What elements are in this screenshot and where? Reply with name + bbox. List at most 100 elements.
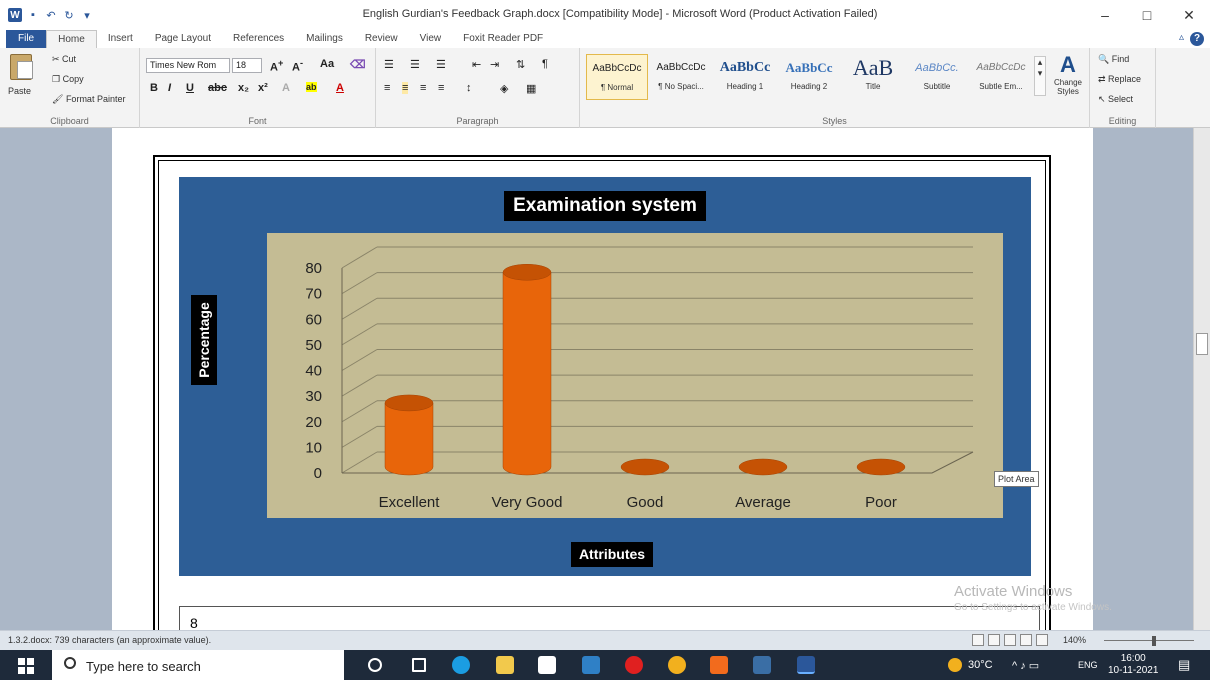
- grow-font-button[interactable]: A+: [270, 58, 283, 74]
- strikethrough-button[interactable]: abc: [208, 82, 227, 94]
- close-button[interactable]: ✕: [1168, 0, 1210, 30]
- tab-mailings[interactable]: Mailings: [295, 30, 354, 48]
- clear-formatting-button[interactable]: ⌫: [350, 58, 366, 71]
- style-heading-1[interactable]: AaBbCc Heading 1: [714, 54, 776, 100]
- chrome-icon[interactable]: [668, 656, 686, 674]
- shrink-font-button[interactable]: A-: [292, 58, 303, 74]
- bar-good[interactable]: [620, 458, 670, 476]
- zoom-level[interactable]: 140%: [1063, 635, 1086, 645]
- tab-home[interactable]: Home: [46, 30, 97, 48]
- clipboard-group-label: Clipboard: [50, 116, 89, 126]
- subscript-button[interactable]: x₂: [238, 82, 249, 94]
- justify-button[interactable]: ≡: [438, 82, 444, 94]
- highlight-button[interactable]: ab: [306, 82, 317, 92]
- bar-poor[interactable]: [856, 458, 906, 476]
- align-left-button[interactable]: ≡: [384, 82, 390, 94]
- italic-button[interactable]: I: [168, 82, 171, 94]
- shading-button[interactable]: ◈: [500, 82, 508, 95]
- edge-icon[interactable]: [452, 656, 470, 674]
- change-styles-button[interactable]: A Change Styles: [1050, 52, 1086, 96]
- mail-icon[interactable]: [582, 656, 600, 674]
- cut-button[interactable]: ✂ Cut: [52, 54, 76, 65]
- windows-start-icon[interactable]: [18, 658, 34, 674]
- align-center-button[interactable]: ≡: [402, 82, 409, 94]
- format-painter-button[interactable]: 🖌 Format Painter: [52, 94, 125, 105]
- paste-icon[interactable]: [10, 54, 33, 80]
- align-right-button[interactable]: ≡: [420, 82, 426, 94]
- taskbar-search[interactable]: Type here to search: [52, 650, 344, 680]
- show-marks-button[interactable]: ¶: [542, 58, 548, 70]
- style-subtitle[interactable]: AaBbCc. Subtitle: [906, 54, 968, 100]
- tab-page-layout[interactable]: Page Layout: [144, 30, 222, 48]
- underline-button[interactable]: U: [186, 82, 194, 94]
- style-no-spacing[interactable]: AaBbCcDc ¶ No Spaci...: [650, 54, 712, 100]
- sort-button[interactable]: ⇅: [516, 58, 525, 71]
- copy-button[interactable]: ❐ Copy: [52, 74, 84, 85]
- borders-button[interactable]: ▦: [526, 82, 536, 95]
- notifications-icon[interactable]: ▤: [1178, 657, 1190, 673]
- numbering-button[interactable]: ☰: [410, 58, 420, 71]
- line-spacing-button[interactable]: ↕: [466, 82, 472, 94]
- print-layout-view-icon[interactable]: [972, 634, 984, 646]
- tab-references[interactable]: References: [222, 30, 295, 48]
- styles-scroll-button[interactable]: ▴ ▾: [1034, 56, 1046, 96]
- zoom-slider[interactable]: [1104, 640, 1194, 641]
- zoom-slider-knob[interactable]: [1152, 636, 1156, 646]
- language-indicator[interactable]: ENG: [1078, 660, 1098, 670]
- style-normal[interactable]: AaBbCcDc ¶ Normal: [586, 54, 648, 100]
- full-screen-view-icon[interactable]: [988, 634, 1000, 646]
- file-explorer-icon[interactable]: [496, 656, 514, 674]
- maximize-button[interactable]: □: [1126, 0, 1168, 30]
- help-icon[interactable]: ?: [1190, 32, 1204, 46]
- select-button[interactable]: ↖ Select: [1098, 94, 1133, 105]
- font-color-button[interactable]: A: [336, 82, 344, 94]
- tray-icons[interactable]: ^ ♪ ▭: [1012, 659, 1039, 672]
- bar-average[interactable]: [738, 458, 788, 476]
- y-tick-label: 40: [305, 363, 322, 380]
- find-button[interactable]: 🔍 Find: [1098, 54, 1129, 65]
- photos-icon[interactable]: [753, 656, 771, 674]
- store-icon[interactable]: [538, 656, 556, 674]
- superscript-button[interactable]: x²: [258, 82, 268, 94]
- style-heading-2[interactable]: AaBbCc Heading 2: [778, 54, 840, 100]
- tab-foxit-reader-pdf[interactable]: Foxit Reader PDF: [452, 30, 554, 48]
- style-title[interactable]: AaB Title: [842, 54, 904, 100]
- word-taskbar-icon[interactable]: [797, 656, 815, 674]
- bold-button[interactable]: B: [150, 82, 158, 94]
- cortana-icon[interactable]: [368, 658, 382, 672]
- style-subtle-emphasis[interactable]: AaBbCcDc Subtle Em...: [970, 54, 1032, 100]
- outline-view-icon[interactable]: [1020, 634, 1032, 646]
- multilevel-list-button[interactable]: ☰: [436, 58, 446, 71]
- plot-area-tooltip: Plot Area: [994, 471, 1039, 487]
- task-view-icon[interactable]: [412, 658, 426, 672]
- tab-file[interactable]: File: [6, 30, 47, 48]
- increase-indent-button[interactable]: ⇥: [490, 58, 499, 71]
- font-family-select[interactable]: Times New Rom: [146, 58, 230, 73]
- change-case-button[interactable]: Aa: [320, 58, 334, 70]
- paste-button[interactable]: Paste: [8, 86, 31, 96]
- font-size-select[interactable]: 18: [232, 58, 262, 73]
- minimize-ribbon-icon[interactable]: ▵: [1179, 32, 1184, 46]
- decrease-indent-button[interactable]: ⇤: [472, 58, 481, 71]
- minimize-button[interactable]: –: [1084, 0, 1126, 30]
- plot-area[interactable]: 0 10 20 30 40 50 60 70 80 Excellent Very Good Good A…: [267, 233, 1003, 518]
- vertical-scrollbar[interactable]: [1193, 128, 1210, 630]
- style-preview: AaB: [852, 55, 894, 80]
- clipboard-group: Paste ✂ Cut ❐ Copy 🖌 Format Painter Clip…: [0, 48, 140, 128]
- text-effects-button[interactable]: A: [282, 82, 290, 94]
- bar-excellent[interactable]: [384, 394, 434, 476]
- bar-very-good[interactable]: [502, 264, 552, 476]
- replace-button[interactable]: ⇄ Replace: [1098, 74, 1141, 85]
- tab-view[interactable]: View: [409, 30, 453, 48]
- clock[interactable]: 16:00 10-11-2021: [1108, 653, 1158, 677]
- select-icon: ↖: [1098, 94, 1109, 104]
- tab-insert[interactable]: Insert: [97, 30, 144, 48]
- scrollbar-thumb[interactable]: [1196, 333, 1208, 355]
- web-layout-view-icon[interactable]: [1004, 634, 1016, 646]
- temperature[interactable]: 30°C: [968, 659, 993, 671]
- bullets-button[interactable]: ☰: [384, 58, 394, 71]
- draft-view-icon[interactable]: [1036, 634, 1048, 646]
- opera-icon[interactable]: [625, 656, 643, 674]
- app-icon[interactable]: [710, 656, 728, 674]
- tab-review[interactable]: Review: [354, 30, 409, 48]
